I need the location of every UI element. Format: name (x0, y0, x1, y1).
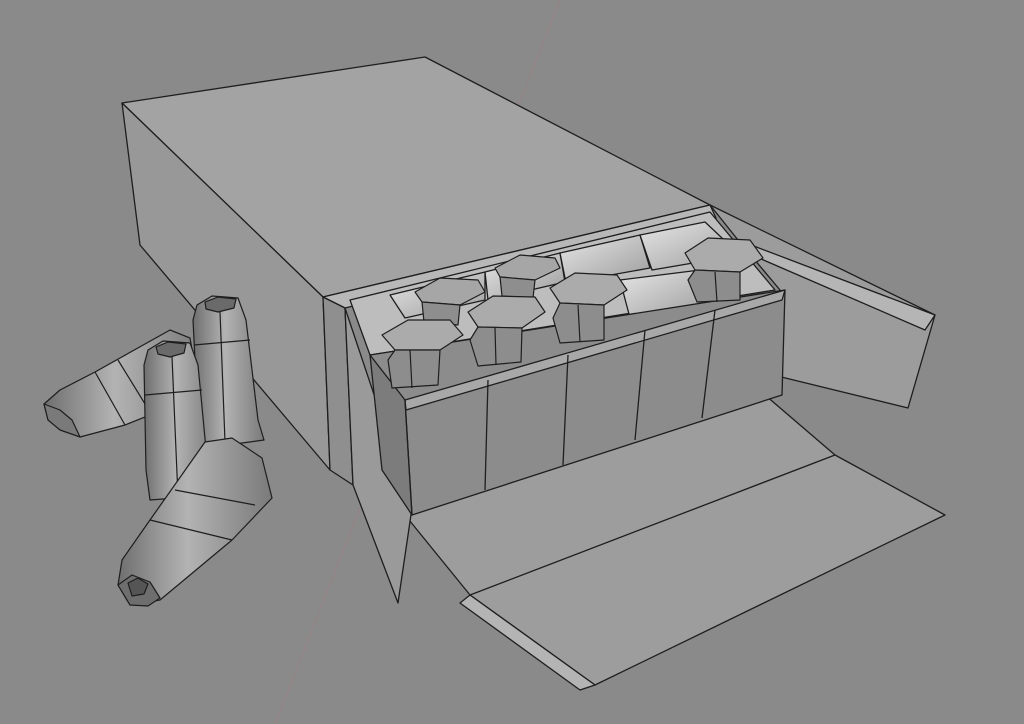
viewport-canvas (0, 0, 1024, 724)
3d-viewport[interactable] (0, 0, 1024, 724)
